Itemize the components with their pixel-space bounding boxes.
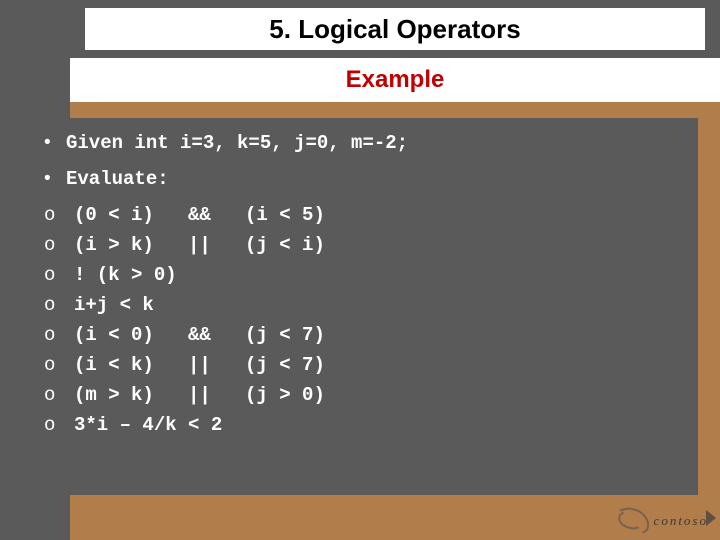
evaluate-text: Evaluate:	[66, 168, 169, 190]
bullet-evaluate: • Evaluate:	[44, 168, 676, 190]
slide-title: 5. Logical Operators	[269, 14, 520, 45]
list-item: o (0 < i) && (i < 5)	[44, 204, 676, 226]
bullet-circle-icon: o	[44, 384, 74, 406]
list-item: o 3*i – 4/k < 2	[44, 414, 676, 436]
bullet-circle-icon: o	[44, 354, 74, 376]
expr-1: (i > k) || (j < i)	[74, 234, 325, 256]
bullet-circle-icon: o	[44, 204, 74, 226]
expr-2: ! (k > 0)	[74, 264, 177, 286]
bullet-circle-icon: o	[44, 414, 74, 436]
subtitle-bar: Example	[70, 58, 720, 102]
expr-0: (0 < i) && (i < 5)	[74, 204, 325, 226]
bullet-dot-icon: •	[44, 168, 66, 190]
list-item: o (i > k) || (j < i)	[44, 234, 676, 256]
list-item: o (i < k) || (j < 7)	[44, 354, 676, 376]
expr-5: (i < k) || (j < 7)	[74, 354, 325, 376]
brand-logo: contoso	[612, 508, 708, 534]
given-text: Given int i=3, k=5, j=0, m=-2;	[66, 132, 408, 154]
brand-name: contoso	[654, 513, 708, 529]
list-item: o ! (k > 0)	[44, 264, 676, 286]
swirl-icon	[612, 508, 650, 534]
expr-6: (m > k) || (j > 0)	[74, 384, 325, 406]
slide-subtitle: Example	[346, 66, 445, 94]
list-item: o (m > k) || (j > 0)	[44, 384, 676, 406]
expr-3: i+j < k	[74, 294, 154, 316]
expr-7: 3*i – 4/k < 2	[74, 414, 222, 436]
bullet-circle-icon: o	[44, 234, 74, 256]
bullet-circle-icon: o	[44, 264, 74, 286]
title-inner: 5. Logical Operators	[85, 8, 705, 50]
bullet-circle-icon: o	[44, 324, 74, 346]
chevron-right-icon	[706, 510, 716, 526]
list-item: o (i < 0) && (j < 7)	[44, 324, 676, 346]
expr-4: (i < 0) && (j < 7)	[74, 324, 325, 346]
bullet-circle-icon: o	[44, 294, 74, 316]
list-item: o i+j < k	[44, 294, 676, 316]
content-block: • Given int i=3, k=5, j=0, m=-2; • Evalu…	[22, 118, 698, 495]
bullet-dot-icon: •	[44, 132, 66, 154]
title-bar: 5. Logical Operators	[0, 0, 720, 58]
bullet-given: • Given int i=3, k=5, j=0, m=-2;	[44, 132, 676, 154]
